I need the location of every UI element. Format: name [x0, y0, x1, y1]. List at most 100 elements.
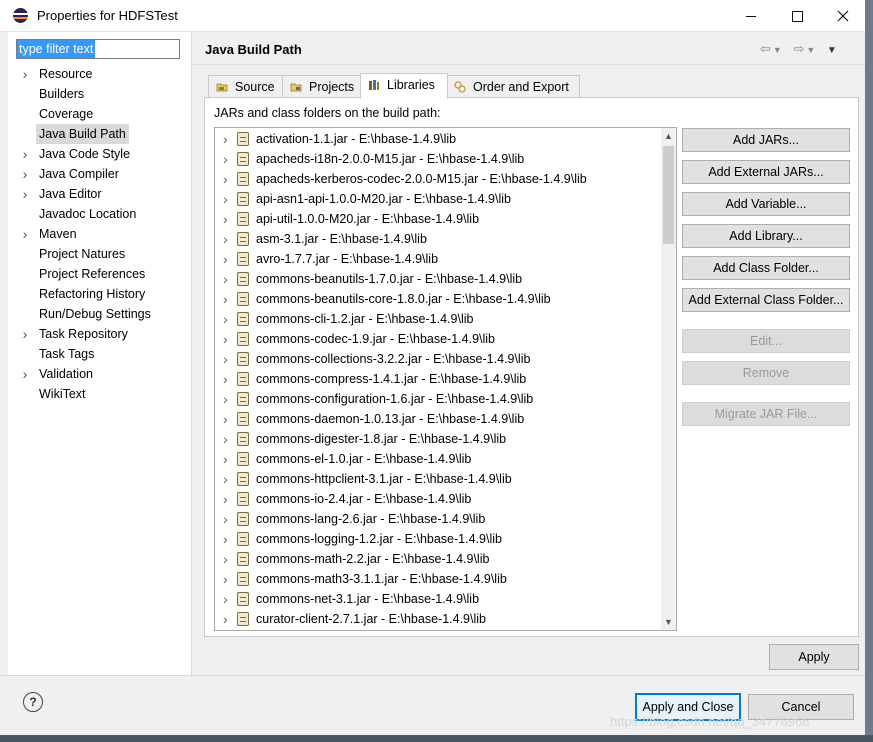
jar-list-item[interactable]: › api-util-1.0.0-M20.jar - E:\hbase-1.4.9… — [215, 209, 659, 229]
jar-list-item[interactable]: › api-asn1-api-1.0.0-M20.jar - E:\hbase-1… — [215, 189, 659, 209]
chevron-right-icon[interactable]: › — [223, 389, 228, 409]
chevron-right-icon[interactable]: › — [223, 209, 228, 229]
chevron-right-icon[interactable]: › — [223, 509, 228, 529]
jar-list-item[interactable]: › commons-codec-1.9.jar - E:\hbase-1.4.9\… — [215, 329, 659, 349]
jar-list-item[interactable]: › commons-cli-1.2.jar - E:\hbase-1.4.9\li… — [215, 309, 659, 329]
chevron-right-icon[interactable]: › — [223, 269, 228, 289]
help-icon[interactable]: ? — [23, 692, 43, 712]
jar-list-item[interactable]: › commons-httpclient-3.1.jar - E:\hbase-1… — [215, 469, 659, 489]
sidebar-item[interactable]: Coverage — [8, 104, 191, 124]
apply-button[interactable]: Apply — [769, 644, 859, 670]
chevron-right-icon[interactable]: › — [223, 569, 228, 589]
jar-list-item[interactable]: › apacheds-kerberos-codec-2.0.0-M15.jar -… — [215, 169, 659, 189]
chevron-right-icon[interactable]: › — [223, 589, 228, 609]
chevron-right-icon[interactable]: › — [223, 229, 228, 249]
chevron-right-icon[interactable]: › — [223, 609, 228, 629]
chevron-right-icon[interactable]: › — [223, 169, 228, 189]
tab-source[interactable]: Source — [208, 75, 284, 98]
jar-list-item[interactable]: › activation-1.1.jar - E:\hbase-1.4.9\lib — [215, 129, 659, 149]
chevron-right-icon[interactable]: › — [20, 224, 30, 244]
chevron-right-icon[interactable]: › — [223, 149, 228, 169]
jar-list-item[interactable]: › curator-client-2.7.1.jar - E:\hbase-1.4… — [215, 609, 659, 629]
chevron-right-icon[interactable]: › — [223, 489, 228, 509]
maximize-button[interactable] — [774, 0, 820, 31]
chevron-right-icon[interactable]: › — [223, 289, 228, 309]
scroll-up-icon[interactable]: ▲ — [661, 128, 676, 144]
jar-list-item[interactable]: › commons-compress-1.4.1.jar - E:\hbase-1… — [215, 369, 659, 389]
jar-list[interactable]: › activation-1.1.jar - E:\hbase-1.4.9\lib… — [214, 127, 677, 631]
jar-list-item[interactable]: › commons-el-1.0.jar - E:\hbase-1.4.9\lib — [215, 449, 659, 469]
forward-icon[interactable]: ⇨ — [793, 41, 804, 56]
filter-input[interactable]: type filter text — [16, 39, 180, 59]
jar-list-item[interactable]: › commons-io-2.4.jar - E:\hbase-1.4.9\lib — [215, 489, 659, 509]
sidebar-item[interactable]: › Java Compiler — [8, 164, 191, 184]
sidebar-item[interactable]: Builders — [8, 84, 191, 104]
tab-order-and-export[interactable]: Order and Export — [446, 75, 580, 98]
chevron-right-icon[interactable]: › — [20, 364, 30, 384]
chevron-right-icon[interactable]: › — [20, 324, 30, 344]
sidebar-item[interactable]: › Maven — [8, 224, 191, 244]
jar-list-item[interactable]: › commons-digester-1.8.jar - E:\hbase-1.4… — [215, 429, 659, 449]
chevron-right-icon[interactable]: › — [20, 64, 30, 84]
chevron-right-icon[interactable]: › — [223, 549, 228, 569]
sidebar-item[interactable]: › Java Code Style — [8, 144, 191, 164]
tab-libraries[interactable]: Libraries — [360, 73, 448, 99]
chevron-right-icon[interactable]: › — [223, 529, 228, 549]
jar-list-item[interactable]: › commons-math3-3.1.1.jar - E:\hbase-1.4.… — [215, 569, 659, 589]
chevron-right-icon[interactable]: › — [20, 184, 30, 204]
sidebar-item[interactable]: Refactoring History — [8, 284, 191, 304]
jar-list-item[interactable]: › asm-3.1.jar - E:\hbase-1.4.9\lib — [215, 229, 659, 249]
chevron-right-icon[interactable]: › — [223, 449, 228, 469]
sidebar-item[interactable]: › Resource — [8, 64, 191, 84]
add-class-folder-button[interactable]: Add Class Folder... — [682, 256, 850, 280]
sidebar-item[interactable]: Project References — [8, 264, 191, 284]
tab-projects[interactable]: Projects — [282, 75, 362, 98]
jar-list-item[interactable]: › commons-logging-1.2.jar - E:\hbase-1.4.… — [215, 529, 659, 549]
chevron-right-icon[interactable]: › — [223, 469, 228, 489]
vertical-scrollbar[interactable]: ▲ ▼ — [661, 128, 676, 630]
jar-list-item[interactable]: › commons-configuration-1.6.jar - E:\hbas… — [215, 389, 659, 409]
chevron-right-icon[interactable]: › — [20, 144, 30, 164]
chevron-right-icon[interactable]: › — [223, 349, 228, 369]
jar-list-item[interactable]: › commons-lang-2.6.jar - E:\hbase-1.4.9\l… — [215, 509, 659, 529]
sidebar-item[interactable]: Java Build Path — [8, 124, 191, 144]
add-external-class-folder-button[interactable]: Add External Class Folder... — [682, 288, 850, 312]
sidebar-item[interactable]: Task Tags — [8, 344, 191, 364]
sidebar-item[interactable]: Javadoc Location — [8, 204, 191, 224]
jar-list-item[interactable]: › avro-1.7.7.jar - E:\hbase-1.4.9\lib — [215, 249, 659, 269]
chevron-right-icon[interactable]: › — [223, 189, 228, 209]
chevron-right-icon[interactable]: › — [223, 129, 228, 149]
forward-dropdown-icon[interactable]: ▼ — [806, 45, 815, 55]
chevron-right-icon[interactable]: › — [223, 409, 228, 429]
add-variable-button[interactable]: Add Variable... — [682, 192, 850, 216]
sidebar-item[interactable]: › Java Editor — [8, 184, 191, 204]
jar-list-item[interactable]: › commons-math-2.2.jar - E:\hbase-1.4.9\l… — [215, 549, 659, 569]
scroll-down-icon[interactable]: ▼ — [661, 614, 676, 630]
minimize-button[interactable] — [728, 0, 774, 31]
chevron-right-icon[interactable]: › — [223, 429, 228, 449]
chevron-right-icon[interactable]: › — [223, 329, 228, 349]
chevron-right-icon[interactable]: › — [223, 249, 228, 269]
chevron-right-icon[interactable]: › — [223, 369, 228, 389]
jar-list-item[interactable]: › commons-net-3.1.jar - E:\hbase-1.4.9\li… — [215, 589, 659, 609]
jar-list-item[interactable]: › commons-daemon-1.0.13.jar - E:\hbase-1.… — [215, 409, 659, 429]
close-button[interactable] — [820, 0, 866, 31]
jar-list-item[interactable]: › commons-collections-3.2.2.jar - E:\hbas… — [215, 349, 659, 369]
jar-list-item[interactable]: › commons-beanutils-1.7.0.jar - E:\hbase-… — [215, 269, 659, 289]
sidebar-item[interactable]: › Validation — [8, 364, 191, 384]
sidebar-item[interactable]: WikiText — [8, 384, 191, 404]
view-menu-icon[interactable]: ▼ — [827, 45, 837, 56]
chevron-right-icon[interactable]: › — [20, 164, 30, 184]
add-jars-button[interactable]: Add JARs... — [682, 128, 850, 152]
sidebar-item[interactable]: Project Natures — [8, 244, 191, 264]
sidebar-item[interactable]: Run/Debug Settings — [8, 304, 191, 324]
scrollbar-thumb[interactable] — [663, 146, 674, 244]
add-external-jars-button[interactable]: Add External JARs... — [682, 160, 850, 184]
add-library-button[interactable]: Add Library... — [682, 224, 850, 248]
back-dropdown-icon[interactable]: ▼ — [773, 45, 782, 55]
jar-list-item[interactable]: › commons-beanutils-core-1.8.0.jar - E:\h… — [215, 289, 659, 309]
sidebar-item[interactable]: › Task Repository — [8, 324, 191, 344]
back-icon[interactable]: ⇦ — [760, 41, 771, 56]
jar-list-item[interactable]: › apacheds-i18n-2.0.0-M15.jar - E:\hbase-… — [215, 149, 659, 169]
chevron-right-icon[interactable]: › — [223, 309, 228, 329]
